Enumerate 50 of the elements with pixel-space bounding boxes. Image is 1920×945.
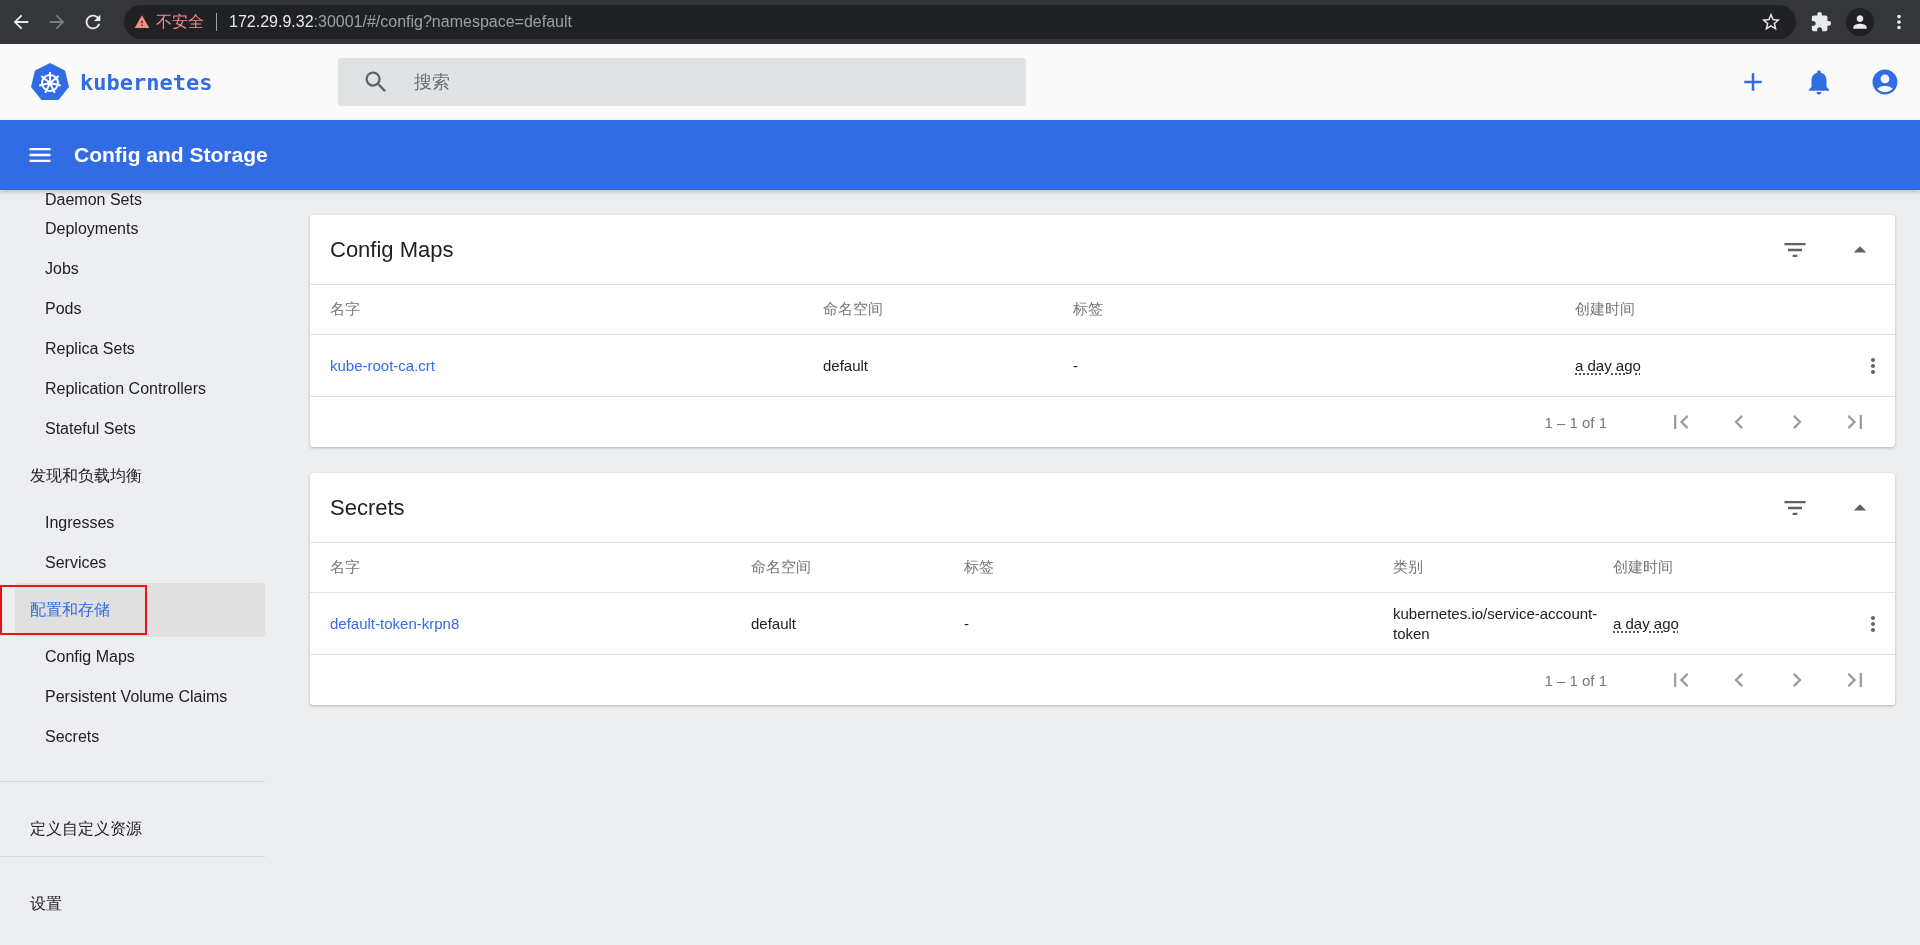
account-icon[interactable] [1870,67,1900,97]
card-title: Config Maps [330,236,455,263]
star-icon[interactable] [1760,11,1782,33]
column-header: 创建时间 [1613,558,1673,577]
table-cell-text: - [1073,355,1079,376]
sidebar-item[interactable]: Jobs [0,249,265,289]
brand-name: kubernetes [80,69,214,95]
sidebar-item[interactable]: Replication Controllers [0,369,265,409]
sidebar-item[interactable]: Daemon Sets [0,190,265,209]
table-cell-text: kubernetes.io/service-account-token [1393,604,1599,643]
security-label: 不安全 [156,11,204,32]
sidebar-item[interactable]: Deployments [0,209,265,249]
sidebar-section[interactable]: 定义自定义资源 [15,802,265,856]
column-header: 创建时间 [1575,300,1635,319]
sidebar-item[interactable]: Pods [0,289,265,329]
column-header: 标签 [964,558,994,577]
sidebar-item[interactable]: Replica Sets [0,329,265,369]
kubernetes-logo-icon [30,62,70,102]
search-field[interactable]: 搜索 [338,58,1026,106]
sidebar-item[interactable]: Stateful Sets [0,409,265,449]
sidebar-item[interactable]: Ingresses [0,503,265,543]
table-cell: a day ago [1575,357,1641,374]
sidebar-section[interactable]: 配置和存储 [15,583,265,637]
card-title: Secrets [330,494,406,521]
sidebar-item[interactable]: Secrets [0,717,265,757]
column-header: 名字 [330,300,360,319]
sidebar-item[interactable]: Config Maps [0,637,265,677]
address-text: 172.29.9.32:30001/#/config?namespace=default [229,13,572,31]
table-cell-text: default [823,355,870,376]
column-header: 命名空间 [823,300,883,319]
column-header: 类别 [1393,558,1423,577]
resource-link[interactable]: kube-root-ca.crt [330,357,436,374]
sidebar-section[interactable]: 发现和负载均衡 [15,449,265,503]
resource-link[interactable]: default-token-krpn8 [330,615,460,632]
page-title: Config and Storage [74,143,268,167]
sidebar-item[interactable]: Services [0,543,265,583]
warning-icon [134,14,150,30]
sidebar-item[interactable]: Persistent Volume Claims [0,677,265,717]
sidebar-section[interactable]: 设置 [15,877,265,931]
table-cell-text: - [964,613,970,634]
pagination-range: 1 – 1 of 1 [1544,671,1607,689]
extension-icon[interactable] [1810,11,1832,33]
column-header: 名字 [330,558,360,577]
pagination-range: 1 – 1 of 1 [1544,413,1607,431]
table-cell-text: default [751,613,798,634]
address-bar[interactable]: 不安全 172.29.9.32:30001/#/config?namespace=default [124,5,1796,39]
column-header: 标签 [1073,300,1103,319]
profile-icon[interactable] [1846,8,1874,36]
column-header: 命名空间 [751,558,811,577]
table-cell: a day ago [1613,615,1679,632]
